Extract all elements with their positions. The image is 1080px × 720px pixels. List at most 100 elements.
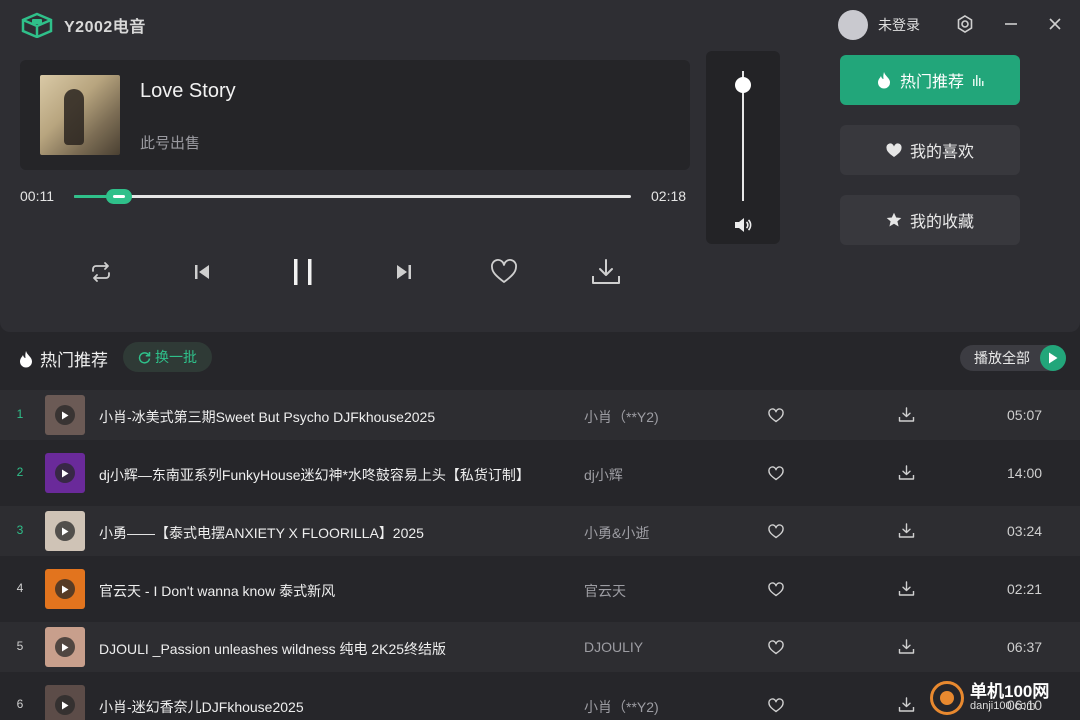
download-icon <box>898 523 914 538</box>
track-duration: 03:24 <box>1007 523 1043 539</box>
track-artist[interactable]: 小勇&小逝 <box>584 523 649 543</box>
track-name[interactable]: 小勇——【泰式电摆ANXIETY X FLOORILLA】2025 <box>99 523 424 543</box>
current-time: 00:11 <box>20 188 54 204</box>
like-button[interactable] <box>482 250 526 294</box>
heart-icon <box>768 465 784 480</box>
track-row[interactable]: 3 小勇——【泰式电摆ANXIETY X FLOORILLA】2025 小勇&小逝 0… <box>0 506 1080 556</box>
play-all-button[interactable]: 播放全部 <box>960 345 1066 371</box>
track-download-button[interactable] <box>896 579 916 599</box>
progress-knob[interactable] <box>105 189 132 204</box>
track-thumbnail[interactable] <box>45 511 85 551</box>
track-index: 6 <box>16 697 24 711</box>
play-icon[interactable] <box>55 637 75 657</box>
skip-previous-icon <box>195 265 209 279</box>
nav-likes-label: 我的喜欢 <box>909 144 974 161</box>
track-artist[interactable]: DJOULIY <box>584 639 643 655</box>
settings-button[interactable] <box>953 12 977 36</box>
now-playing-card: Love Story 此号出售 <box>20 60 690 170</box>
play-all-label: 播放全部 <box>974 350 1030 366</box>
refresh-label: 换一批 <box>155 349 197 365</box>
track-duration: 02:21 <box>1007 581 1043 597</box>
flame-icon <box>877 72 890 89</box>
track-like-button[interactable] <box>766 405 786 425</box>
track-name[interactable]: 官云天 - I Don't wanna know 泰式新风 <box>99 581 335 601</box>
song-artist: 此号出售 <box>140 135 201 152</box>
play-icon <box>1040 345 1066 371</box>
nav-hot-label: 热门推荐 <box>899 74 964 91</box>
gear-icon <box>957 15 973 33</box>
track-thumbnail[interactable] <box>45 395 85 435</box>
progress-bar[interactable] <box>74 189 631 204</box>
list-title-text: 热门推荐 <box>40 351 108 370</box>
repeat-button[interactable] <box>79 250 123 294</box>
track-artist[interactable]: 小肖（**Y2) <box>584 697 659 717</box>
app-title: Y2002电音 <box>64 19 146 36</box>
track-index: 3 <box>16 523 24 537</box>
download-icon <box>898 465 914 480</box>
track-download-button[interactable] <box>896 521 916 541</box>
minimize-button[interactable] <box>999 12 1023 36</box>
track-like-button[interactable] <box>766 463 786 483</box>
track-like-button[interactable] <box>766 637 786 657</box>
close-button[interactable] <box>1043 12 1067 36</box>
track-index: 1 <box>16 407 24 421</box>
refresh-icon <box>138 351 151 364</box>
user-login[interactable]: 未登录 <box>838 10 920 40</box>
track-thumbnail[interactable] <box>45 453 85 493</box>
download-icon <box>592 259 620 284</box>
track-thumbnail[interactable] <box>45 569 85 609</box>
play-icon[interactable] <box>55 521 75 541</box>
track-like-button[interactable] <box>766 579 786 599</box>
track-download-button[interactable] <box>896 463 916 483</box>
track-download-button[interactable] <box>896 637 916 657</box>
play-icon[interactable] <box>55 463 75 483</box>
volume-knob[interactable] <box>735 77 751 94</box>
nav-my-favorites[interactable]: 我的收藏 <box>840 195 1020 245</box>
nav-favorites-label: 我的收藏 <box>909 214 974 231</box>
minimize-icon <box>1005 23 1017 25</box>
volume-button[interactable] <box>732 214 754 236</box>
track-like-button[interactable] <box>766 695 786 715</box>
track-duration: 05:07 <box>1007 407 1043 423</box>
heart-icon <box>768 639 784 654</box>
track-row[interactable]: 4 官云天 - I Don't wanna know 泰式新风 官云天 02:21 <box>0 564 1080 614</box>
previous-button[interactable] <box>180 250 224 294</box>
track-row[interactable]: 1 小肖-冰美式第三期Sweet But Psycho DJFkhouse2025… <box>0 390 1080 440</box>
track-thumbnail[interactable] <box>45 685 85 720</box>
user-name[interactable]: 未登录 <box>878 15 920 35</box>
nav-hot-recommend[interactable]: 热门推荐 <box>840 55 1020 105</box>
heart-icon <box>886 142 902 157</box>
track-name[interactable]: 小肖-迷幻香奈儿DJFkhouse2025 <box>99 697 304 717</box>
flame-icon <box>20 350 32 367</box>
track-download-button[interactable] <box>896 405 916 425</box>
track-name[interactable]: 小肖-冰美式第三期Sweet But Psycho DJFkhouse2025 <box>99 407 435 427</box>
total-time: 02:18 <box>651 188 687 204</box>
volume-panel <box>706 51 780 244</box>
download-button[interactable] <box>584 250 628 294</box>
track-download-button[interactable] <box>896 695 916 715</box>
track-name[interactable]: DJOULI _Passion unleashes wildness 纯电 2K… <box>99 639 446 659</box>
nav-my-likes[interactable]: 我的喜欢 <box>840 125 1020 175</box>
track-like-button[interactable] <box>766 521 786 541</box>
play-icon[interactable] <box>55 579 75 599</box>
play-icon[interactable] <box>55 695 75 715</box>
track-thumbnail[interactable] <box>45 627 85 667</box>
track-row[interactable]: 5 DJOULI _Passion unleashes wildness 纯电 2… <box>0 622 1080 672</box>
watermark-main: 单机100网 <box>970 682 1050 702</box>
equalizer-icon <box>973 75 984 86</box>
avatar[interactable] <box>838 10 868 40</box>
app-logo: Y2002电音 <box>20 12 146 39</box>
song-title: Love Story <box>140 80 236 102</box>
close-icon <box>1049 18 1061 30</box>
refresh-batch-button[interactable]: 换一批 <box>123 342 212 372</box>
download-icon <box>898 697 914 712</box>
track-artist[interactable]: 小肖（**Y2) <box>584 407 659 427</box>
pause-button[interactable] <box>281 250 325 294</box>
track-artist[interactable]: 官云天 <box>584 581 626 601</box>
track-row[interactable]: 2 dj小辉—东南亚系列FunkyHouse迷幻神*水咚鼓容易上头【私货订制】 dj… <box>0 448 1080 498</box>
track-row[interactable]: 6 小肖-迷幻香奈儿DJFkhouse2025 小肖（**Y2) 06:10 <box>0 680 1080 720</box>
play-icon[interactable] <box>55 405 75 425</box>
track-artist[interactable]: dj小辉 <box>584 465 623 485</box>
next-button[interactable] <box>382 250 426 294</box>
track-name[interactable]: dj小辉—东南亚系列FunkyHouse迷幻神*水咚鼓容易上头【私货订制】 <box>99 465 530 485</box>
